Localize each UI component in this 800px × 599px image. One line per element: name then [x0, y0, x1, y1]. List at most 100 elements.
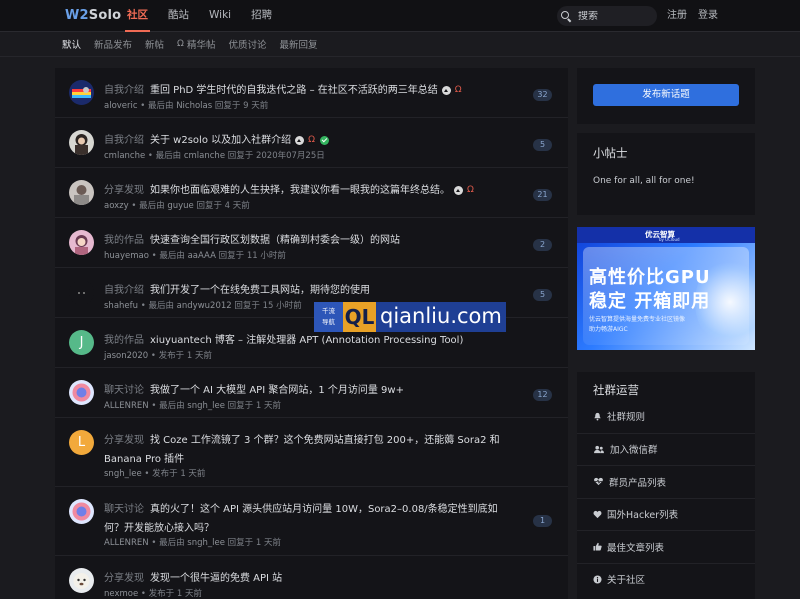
last-reply-user[interactable]: Nicholas: [176, 101, 212, 111]
ops-item-hackers[interactable]: 国外Hacker列表: [577, 497, 755, 531]
topic-category[interactable]: 我的作品: [104, 235, 144, 246]
topic-title[interactable]: 关于 w2solo 以及加入社群介绍: [150, 135, 291, 146]
search-box[interactable]: [557, 6, 657, 26]
author-link[interactable]: shahefu: [104, 301, 138, 311]
info-icon: [593, 575, 602, 584]
heartbeat-icon: [594, 478, 603, 486]
avatar[interactable]: L: [69, 430, 94, 455]
author-link[interactable]: aloveric: [104, 101, 138, 111]
last-reply-user[interactable]: cmlanche: [184, 151, 225, 161]
topic-title[interactable]: 找 Coze 工作流镜了 3 个群？这个免费网站直接打包 200+，还能薅 So…: [104, 435, 500, 465]
topic-category[interactable]: 聊天讨论: [104, 504, 144, 515]
topic-title[interactable]: 如果你也面临艰难的人生抉择，我建议你看一眼我的这篇年终总结。: [150, 185, 450, 196]
avatar[interactable]: [69, 499, 94, 524]
topic-title[interactable]: 发现一个很牛逼的免费 API 站: [150, 573, 282, 584]
featured-icon: Ω: [454, 84, 462, 95]
ops-item-products[interactable]: 群员产品列表: [577, 465, 755, 498]
topic-category[interactable]: 自我介绍: [104, 285, 144, 296]
tab-new-posts[interactable]: 新帖: [145, 37, 164, 51]
table-row[interactable]: 我的作品 快速查询全国行政区划数据（精确到村委会一级）的网站 huayemao •…: [55, 218, 568, 268]
author-link[interactable]: aoxzy: [104, 201, 129, 211]
avatar[interactable]: [69, 180, 94, 205]
tab-new-releases[interactable]: 新品发布: [94, 37, 132, 51]
topic-category[interactable]: 自我介绍: [104, 85, 144, 96]
tab-featured[interactable]: Ω 精华帖: [177, 37, 215, 51]
avatar[interactable]: [69, 80, 94, 105]
author-link[interactable]: ALLENREN: [104, 401, 149, 411]
ops-item-best-articles[interactable]: 最佳文章列表: [577, 530, 755, 563]
topic-category[interactable]: 分享发现: [104, 435, 144, 446]
topic-category[interactable]: 分享发现: [104, 185, 144, 196]
table-row[interactable]: L 分享发现找 Coze 工作流镜了 3 个群？这个免费网站直接打包 200+，…: [55, 418, 568, 487]
table-row[interactable]: 聊天讨论 真的火了！这个 API 源头供应站月访问量 10W，Sora2–0.08…: [55, 487, 568, 556]
reply-count-badge[interactable]: 12: [533, 389, 552, 401]
ops-item-rules[interactable]: 社群规则: [577, 400, 755, 433]
new-topic-button[interactable]: 发布新话题: [593, 84, 739, 106]
gem-icon: Ω: [177, 39, 184, 49]
check-icon: [320, 135, 330, 145]
topic-category[interactable]: 自我介绍: [104, 135, 144, 146]
search-input[interactable]: [578, 10, 648, 22]
nav-cool-sites[interactable]: 酷站: [168, 0, 189, 32]
table-row[interactable]: 聊天讨论 我做了一个 AI 大模型 API 聚合网站，1 个月访问量 9w+ AL…: [55, 368, 568, 418]
reply-count-badge[interactable]: 5: [533, 289, 552, 301]
author-link[interactable]: jason2020: [104, 351, 148, 361]
last-reply-user[interactable]: sngh_lee: [187, 401, 225, 411]
avatar[interactable]: [69, 130, 94, 155]
tab-featured-label: 精华帖: [186, 40, 216, 51]
reply-count-badge[interactable]: 21: [533, 189, 552, 201]
nav-community[interactable]: 社区: [125, 0, 150, 32]
register-link[interactable]: 注册: [667, 0, 687, 32]
ad-text-2: 助力畅游AIGC: [589, 326, 628, 333]
author-link[interactable]: sngh_lee: [104, 469, 142, 479]
author-link[interactable]: huayemao: [104, 251, 149, 261]
tab-default[interactable]: 默认: [62, 37, 81, 51]
topic-category[interactable]: 我的作品: [104, 335, 144, 346]
author-link[interactable]: ALLENREN: [104, 538, 149, 548]
tips-text: One for all, all for one!: [593, 176, 695, 186]
avatar[interactable]: [69, 280, 94, 305]
topic-category[interactable]: 分享发现: [104, 573, 144, 584]
pin-icon: [454, 185, 463, 195]
last-reply-user[interactable]: aaAAA: [188, 251, 216, 261]
topic-title[interactable]: 我做了一个 AI 大模型 API 聚合网站，1 个月访问量 9w+: [150, 385, 404, 396]
last-reply-user[interactable]: andywu2012: [177, 301, 232, 311]
avatar[interactable]: J: [69, 330, 94, 355]
avatar[interactable]: [69, 230, 94, 255]
avatar[interactable]: [69, 568, 94, 593]
login-link[interactable]: 登录: [698, 0, 718, 32]
topic-title[interactable]: 快速查询全国行政区划数据（精确到村委会一级）的网站: [150, 235, 400, 246]
table-row[interactable]: 自我介绍 关于 w2solo 以及加入社群介绍 Ω cmlanche • 最后由 c…: [55, 118, 568, 168]
topic-list: 自我介绍 重回 PhD 学生时代的自我迭代之路 – 在社区不活跃的两三年总结 Ω a…: [55, 68, 568, 599]
topic-title[interactable]: 真的火了！这个 API 源头供应站月访问量 10W，Sora2–0.08/条稳定…: [104, 504, 498, 534]
table-row[interactable]: 自我介绍 重回 PhD 学生时代的自我迭代之路 – 在社区不活跃的两三年总结 Ω a…: [55, 68, 568, 118]
author-link[interactable]: nexmoe: [104, 589, 138, 599]
reply-count-badge[interactable]: 32: [533, 89, 552, 101]
topic-title[interactable]: 我们开发了一个在线免费工具网站，期待您的使用: [150, 285, 370, 296]
table-row[interactable]: 分享发现 发现一个很牛逼的免费 API 站 nexmoe • 发布于 1 天前: [55, 556, 568, 599]
table-row[interactable]: 分享发现 如果你也面临艰难的人生抉择，我建议你看一眼我的这篇年终总结。 Ω aoxz…: [55, 168, 568, 218]
nav-jobs[interactable]: 招聘: [251, 0, 272, 32]
ad-banner[interactable]: 优云智算 by UCloud 高性价比GPU 稳定 开箱即用 优云智算提供海量免…: [577, 227, 755, 350]
top-navbar: W2Solo 社区 酷站 Wiki 招聘 注册 登录: [0, 0, 800, 32]
topic-category[interactable]: 聊天讨论: [104, 385, 144, 396]
reply-count-badge[interactable]: 1: [533, 515, 552, 527]
featured-icon: Ω: [308, 134, 316, 145]
bell-icon: [594, 412, 601, 421]
last-reply-user[interactable]: guyue: [167, 201, 193, 211]
last-reply-user[interactable]: sngh_lee: [187, 538, 225, 548]
ops-item-about[interactable]: 关于社区: [577, 562, 755, 596]
author-link[interactable]: cmlanche: [104, 151, 145, 161]
tab-latest-replies[interactable]: 最新回复: [279, 37, 317, 51]
site-logo[interactable]: W2Solo: [65, 8, 121, 23]
tab-quality-discussions[interactable]: 优质讨论: [228, 37, 266, 51]
topic-title[interactable]: 重回 PhD 学生时代的自我迭代之路 – 在社区不活跃的两三年总结: [150, 85, 438, 96]
reply-count-badge[interactable]: 2: [533, 239, 552, 251]
reply-count-badge[interactable]: 5: [533, 139, 552, 151]
main-nav: 社区 酷站 Wiki 招聘: [125, 0, 292, 32]
topic-title[interactable]: xiuyuantech 博客 – 注解处理器 APT (Annotation P…: [150, 335, 463, 346]
ops-item-wechat[interactable]: 加入微信群: [577, 432, 755, 466]
avatar[interactable]: [69, 380, 94, 405]
nav-wiki[interactable]: Wiki: [209, 0, 231, 32]
watermark-cn: 千流 导航: [314, 302, 343, 332]
